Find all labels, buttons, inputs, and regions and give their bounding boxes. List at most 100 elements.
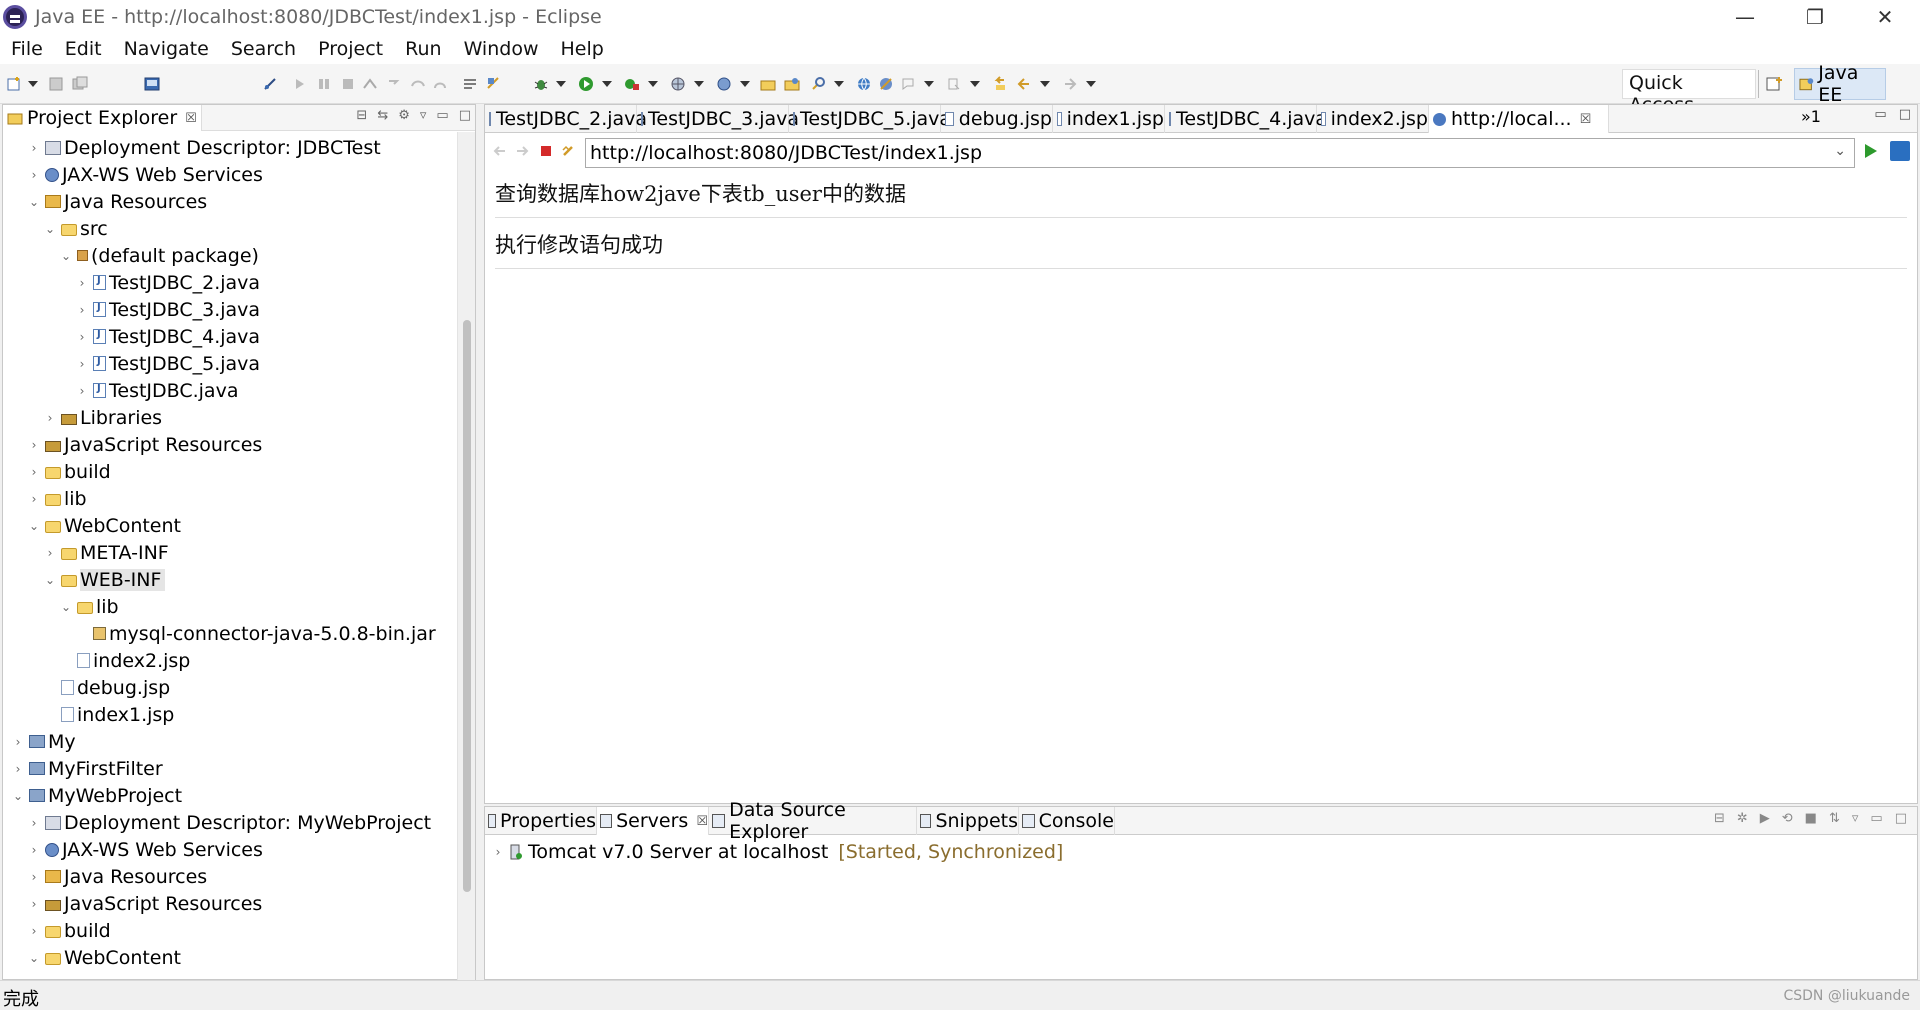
menu-window[interactable]: Window — [453, 38, 550, 60]
expand-arrow-icon[interactable]: › — [27, 465, 41, 479]
tree-item[interactable]: › JAX-WS Web Services — [27, 836, 263, 863]
tree-item[interactable]: › TestJDBC_2.java — [75, 269, 260, 296]
tree-scroll-thumb[interactable] — [463, 320, 471, 892]
tree-scrollbar[interactable] — [457, 132, 475, 980]
editor-tab[interactable]: TestJDBC_4.java — [1165, 105, 1327, 133]
close-servers-icon[interactable]: ☒ — [696, 814, 708, 829]
expand-arrow-icon[interactable]: › — [75, 330, 89, 344]
server-entry[interactable]: › Tomcat v7.0 Server at localhost [Start… — [491, 841, 1064, 863]
expand-arrow-icon[interactable]: › — [43, 411, 57, 425]
url-input[interactable]: http://localhost:8080/JDBCTest/index1.js… — [585, 138, 1855, 168]
minimize-editor-icon[interactable]: ▭ — [1874, 107, 1886, 122]
back-dropdown-icon[interactable] — [1040, 81, 1050, 87]
forward-dropdown-icon[interactable] — [1086, 81, 1096, 87]
menu-run[interactable]: Run — [394, 38, 452, 60]
tree-item[interactable]: › META-INF — [43, 539, 169, 566]
expand-arrow-icon[interactable]: › — [27, 492, 41, 506]
expand-arrow-icon[interactable]: › — [11, 762, 25, 776]
minimize-button[interactable]: — — [1710, 0, 1780, 34]
expand-arrow-icon[interactable]: › — [27, 843, 41, 857]
menu-edit[interactable]: Edit — [54, 38, 113, 60]
annotation-icon[interactable] — [900, 76, 916, 92]
expand-arrow-icon[interactable]: › — [27, 141, 41, 155]
tree-item[interactable]: › Java Resources — [27, 863, 208, 890]
tree-item[interactable]: index1.jsp — [43, 701, 174, 728]
tree-item[interactable]: › build — [27, 458, 111, 485]
stop-server-icon[interactable]: ■ — [1805, 811, 1817, 826]
browser-stop-icon[interactable] — [539, 144, 553, 158]
new-icon[interactable] — [6, 76, 22, 92]
editor-tab-overflow[interactable]: »1 — [1801, 107, 1821, 126]
menu-navigate[interactable]: Navigate — [113, 38, 220, 60]
menu-project[interactable]: Project — [307, 38, 394, 60]
expand-arrow-icon[interactable]: › — [75, 303, 89, 317]
menu-file[interactable]: File — [0, 38, 54, 60]
expand-arrow-icon[interactable]: › — [27, 816, 41, 830]
search-dropdown-icon[interactable] — [834, 81, 844, 87]
expand-arrow-icon[interactable]: › — [75, 357, 89, 371]
step-return-icon[interactable] — [432, 76, 448, 92]
tree-item[interactable]: › Libraries — [43, 404, 162, 431]
collapse-icon[interactable]: ⊟ — [1714, 811, 1725, 826]
quick-access-field[interactable]: Quick Access — [1622, 69, 1756, 116]
collapse-all-icon[interactable]: ⊟ — [356, 108, 367, 123]
editor-tab[interactable]: TestJDBC_3.java — [637, 105, 799, 133]
panel-tab[interactable]: Servers ☒ — [597, 807, 709, 835]
tree-item[interactable]: › MyFirstFilter — [11, 755, 163, 782]
go-icon[interactable] — [1865, 144, 1877, 158]
tree-item[interactable]: › lib — [27, 485, 87, 512]
filter-icon[interactable]: ⚙ — [398, 108, 410, 123]
use-step-filters-icon[interactable] — [462, 76, 478, 92]
tree-item[interactable]: › JavaScript Resources — [27, 431, 263, 458]
tree-item[interactable]: › Deployment Descriptor: JDBCTest — [27, 134, 381, 161]
collapse-arrow-icon[interactable]: ⌄ — [27, 519, 41, 533]
search-icon[interactable] — [810, 76, 826, 92]
tree-item[interactable]: ⌄ WebContent — [27, 944, 181, 971]
expand-arrow-icon[interactable]: › — [11, 735, 25, 749]
expand-arrow-icon[interactable]: › — [43, 546, 57, 560]
open-external-browser-icon[interactable] — [1890, 141, 1910, 161]
new-server-icon[interactable] — [716, 76, 732, 92]
collapse-arrow-icon[interactable]: ⌄ — [43, 222, 57, 236]
start-server-icon[interactable]: ▶ — [1760, 811, 1770, 826]
step-into-icon[interactable] — [386, 76, 402, 92]
browser-refresh-icon[interactable] — [561, 144, 575, 158]
editor-tab[interactable]: TestJDBC_2.java — [485, 105, 647, 133]
expand-arrow-icon[interactable]: › — [27, 870, 41, 884]
editor-tab[interactable]: debug.jsp — [941, 105, 1053, 133]
tree-item[interactable]: › TestJDBC_5.java — [75, 350, 260, 377]
skip-breakpoints-icon[interactable] — [262, 76, 278, 92]
link-with-editor-icon[interactable]: ⇆ — [377, 108, 388, 123]
run-icon[interactable] — [578, 76, 594, 92]
external-tools-icon[interactable] — [670, 76, 686, 92]
expand-arrow-icon[interactable]: › — [75, 276, 89, 290]
debug-icon[interactable] — [533, 76, 549, 92]
expand-arrow-icon[interactable]: › — [27, 438, 41, 452]
collapse-arrow-icon[interactable]: ⌄ — [27, 195, 41, 209]
terminate-icon[interactable] — [340, 76, 356, 92]
panel-tab[interactable]: Snippets — [917, 807, 1019, 835]
url-history-dropdown-icon[interactable]: ⌄ — [1834, 143, 1846, 159]
panel-tab[interactable]: Console — [1019, 807, 1115, 835]
expand-arrow-icon[interactable]: › — [27, 897, 41, 911]
view-menu-icon[interactable]: ▿ — [420, 108, 427, 123]
menu-help[interactable]: Help — [549, 38, 614, 60]
menu-search[interactable]: Search — [220, 38, 307, 60]
annotation-dropdown-icon[interactable] — [924, 81, 934, 87]
maximize-editor-icon[interactable]: □ — [1899, 107, 1911, 122]
tree-item[interactable]: ⌄ lib — [59, 593, 119, 620]
open-folder-icon[interactable] — [760, 76, 776, 92]
tree-item[interactable]: › TestJDBC_4.java — [75, 323, 260, 350]
tree-item[interactable]: › My — [11, 728, 76, 755]
disconnect-icon[interactable] — [362, 76, 378, 92]
last-edit-location-icon[interactable] — [992, 76, 1008, 92]
editor-tab[interactable]: index2.jsp — [1317, 105, 1429, 133]
close-window-button[interactable]: ✕ — [1850, 0, 1920, 34]
collapse-arrow-icon[interactable]: ⌄ — [27, 951, 41, 965]
close-tab-icon[interactable]: ☒ — [1580, 112, 1592, 127]
restore-button[interactable]: ❐ — [1780, 0, 1850, 34]
debug-dropdown-icon[interactable] — [556, 81, 566, 87]
coverage-icon[interactable] — [624, 76, 640, 92]
tree-item[interactable]: index2.jsp — [59, 647, 190, 674]
new-server-dropdown-icon[interactable] — [740, 81, 750, 87]
